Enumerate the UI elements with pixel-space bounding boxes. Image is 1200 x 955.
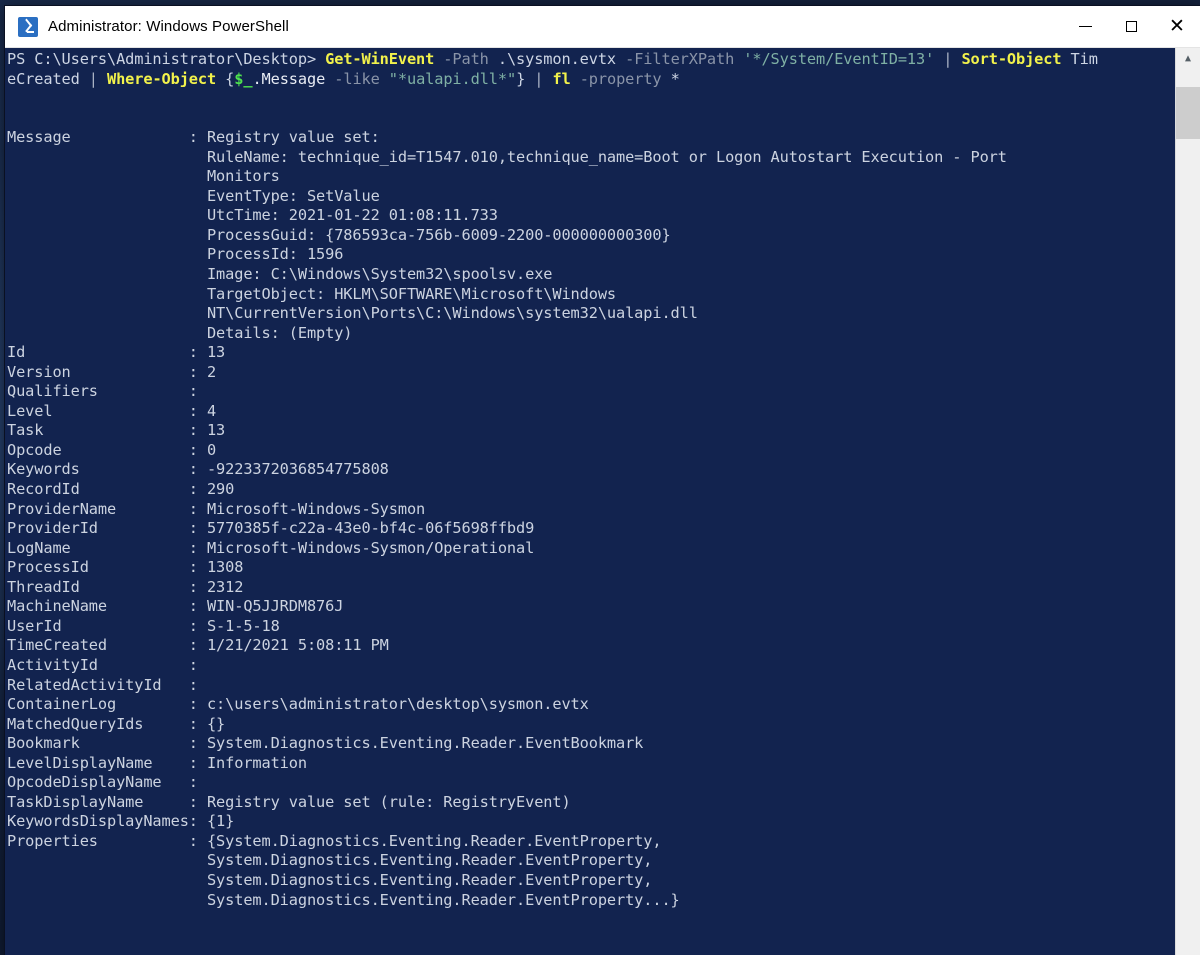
property-line: LogName : Microsoft-Windows-Sysmon/Opera…: [7, 538, 535, 557]
token: }: [516, 69, 535, 88]
message-line: ProcessId: 1596: [7, 245, 344, 264]
token: Tim: [1061, 50, 1098, 68]
property-line: Level : 4: [7, 401, 217, 420]
minimize-button[interactable]: [1062, 6, 1108, 48]
property-continuation-line: System.Diagnostics.Eventing.Reader.Event…: [7, 890, 680, 909]
property-line: TimeCreated : 1/21/2021 5:08:11 PM: [7, 636, 389, 655]
property-line: UserId : S-1-5-18: [7, 616, 280, 635]
property-line: ThreadId : 2312: [7, 577, 244, 596]
message-line: TargetObject: HKLM\SOFTWARE\Microsoft\Wi…: [7, 284, 616, 303]
token: PS C:\Users\Administrator\Desktop>: [7, 50, 326, 68]
console-output[interactable]: PS C:\Users\Administrator\Desktop> Get-W…: [5, 48, 1175, 955]
token: Sort-Object: [961, 50, 1062, 68]
property-line: KeywordsDisplayNames: {1}: [7, 812, 235, 831]
property-line: Version : 2: [7, 362, 217, 381]
property-line: Bookmark : System.Diagnostics.Eventing.R…: [7, 734, 644, 753]
token: Where-Object: [107, 69, 217, 88]
property-line: RecordId : 290: [7, 480, 235, 499]
console-area: PS C:\Users\Administrator\Desktop> Get-W…: [5, 48, 1200, 955]
token: $_: [234, 69, 253, 88]
window-titlebar[interactable]: Administrator: Windows PowerShell ✕: [5, 6, 1200, 48]
token: {: [216, 69, 235, 88]
property-line: ProviderId : 5770385f-c22a-43e0-bf4c-06f…: [7, 519, 535, 538]
token: "*ualapi.dll*": [379, 69, 517, 88]
close-icon: ✕: [1169, 16, 1185, 37]
message-line: RuleName: technique_id=T1547.010,techniq…: [7, 147, 1007, 166]
property-line: Qualifiers :: [7, 382, 207, 401]
close-button[interactable]: ✕: [1154, 6, 1200, 48]
powershell-icon: [18, 16, 38, 37]
property-line: Keywords : -9223372036854775808: [7, 460, 389, 479]
message-line: UtcTime: 2021-01-22 01:08:11.733: [7, 206, 498, 225]
command-line-2: eCreated | Where-Object {$_.Message -lik…: [7, 70, 1175, 90]
property-line: TaskDisplayName : Registry value set (ru…: [7, 792, 571, 811]
token: eCreated: [7, 69, 80, 88]
scroll-up-arrow-icon[interactable]: ▲: [1176, 48, 1200, 70]
window-title: Administrator: Windows PowerShell: [48, 18, 289, 35]
message-line: EventType: SetValue: [7, 186, 380, 205]
property-line: Id : 13: [7, 343, 226, 362]
token: *: [661, 69, 680, 88]
powershell-window: Administrator: Windows PowerShell ✕ PS C…: [5, 6, 1200, 955]
token: .\sysmon.evtx: [488, 50, 617, 68]
property-line: ActivityId :: [7, 655, 207, 674]
property-line: MachineName : WIN-Q5JJRDM876J: [7, 597, 344, 616]
property-line: LevelDisplayName : Information: [7, 753, 307, 772]
property-line: Task : 13: [7, 421, 226, 440]
property-line: ContainerLog : c:\users\administrator\de…: [7, 695, 589, 714]
message-line: Monitors: [7, 167, 280, 186]
message-line: NT\CurrentVersion\Ports\C:\Windows\syste…: [7, 304, 698, 323]
maximize-button[interactable]: [1108, 6, 1154, 48]
token: |: [934, 50, 962, 68]
token: -like: [325, 69, 380, 88]
scrollbar-thumb[interactable]: [1176, 87, 1200, 139]
property-line: ProviderName : Microsoft-Windows-Sysmon: [7, 499, 426, 518]
property-line: Properties : {System.Diagnostics.Eventin…: [7, 831, 662, 850]
desktop-background: Administrator: Windows PowerShell ✕ PS C…: [0, 0, 1200, 955]
message-line: Details: (Empty): [7, 323, 353, 342]
property-line: OpcodeDisplayName :: [7, 773, 207, 792]
token: fl: [552, 69, 571, 88]
minimize-icon: [1078, 26, 1092, 27]
message-line: ProcessGuid: {786593ca-756b-6009-2200-00…: [7, 225, 671, 244]
property-line: ProcessId : 1308: [7, 558, 244, 577]
token: -FilterXPath: [616, 50, 735, 68]
token: -Path: [434, 50, 489, 68]
token: '*/System/EventID=13': [734, 50, 935, 68]
token: |: [79, 69, 107, 88]
maximize-icon: [1125, 21, 1137, 32]
property-line: MatchedQueryIds : {}: [7, 714, 226, 733]
window-controls: ✕: [1062, 6, 1200, 48]
property-continuation-line: System.Diagnostics.Eventing.Reader.Event…: [7, 870, 653, 889]
scrollbar-track[interactable]: [1176, 70, 1200, 955]
property-continuation-line: System.Diagnostics.Eventing.Reader.Event…: [7, 851, 653, 870]
property-line: RelatedActivityId :: [7, 675, 207, 694]
token: .Message: [252, 69, 326, 88]
token: |: [534, 69, 553, 88]
message-line: Message : Registry value set:: [7, 128, 380, 147]
message-line: Image: C:\Windows\System32\spoolsv.exe: [7, 265, 553, 284]
token: -property: [570, 69, 662, 88]
property-line: Opcode : 0: [7, 440, 217, 459]
token: Get-WinEvent: [325, 50, 435, 68]
command-line-1: PS C:\Users\Administrator\Desktop> Get-W…: [7, 50, 1175, 70]
console-scrollbar[interactable]: ▲: [1175, 48, 1200, 955]
